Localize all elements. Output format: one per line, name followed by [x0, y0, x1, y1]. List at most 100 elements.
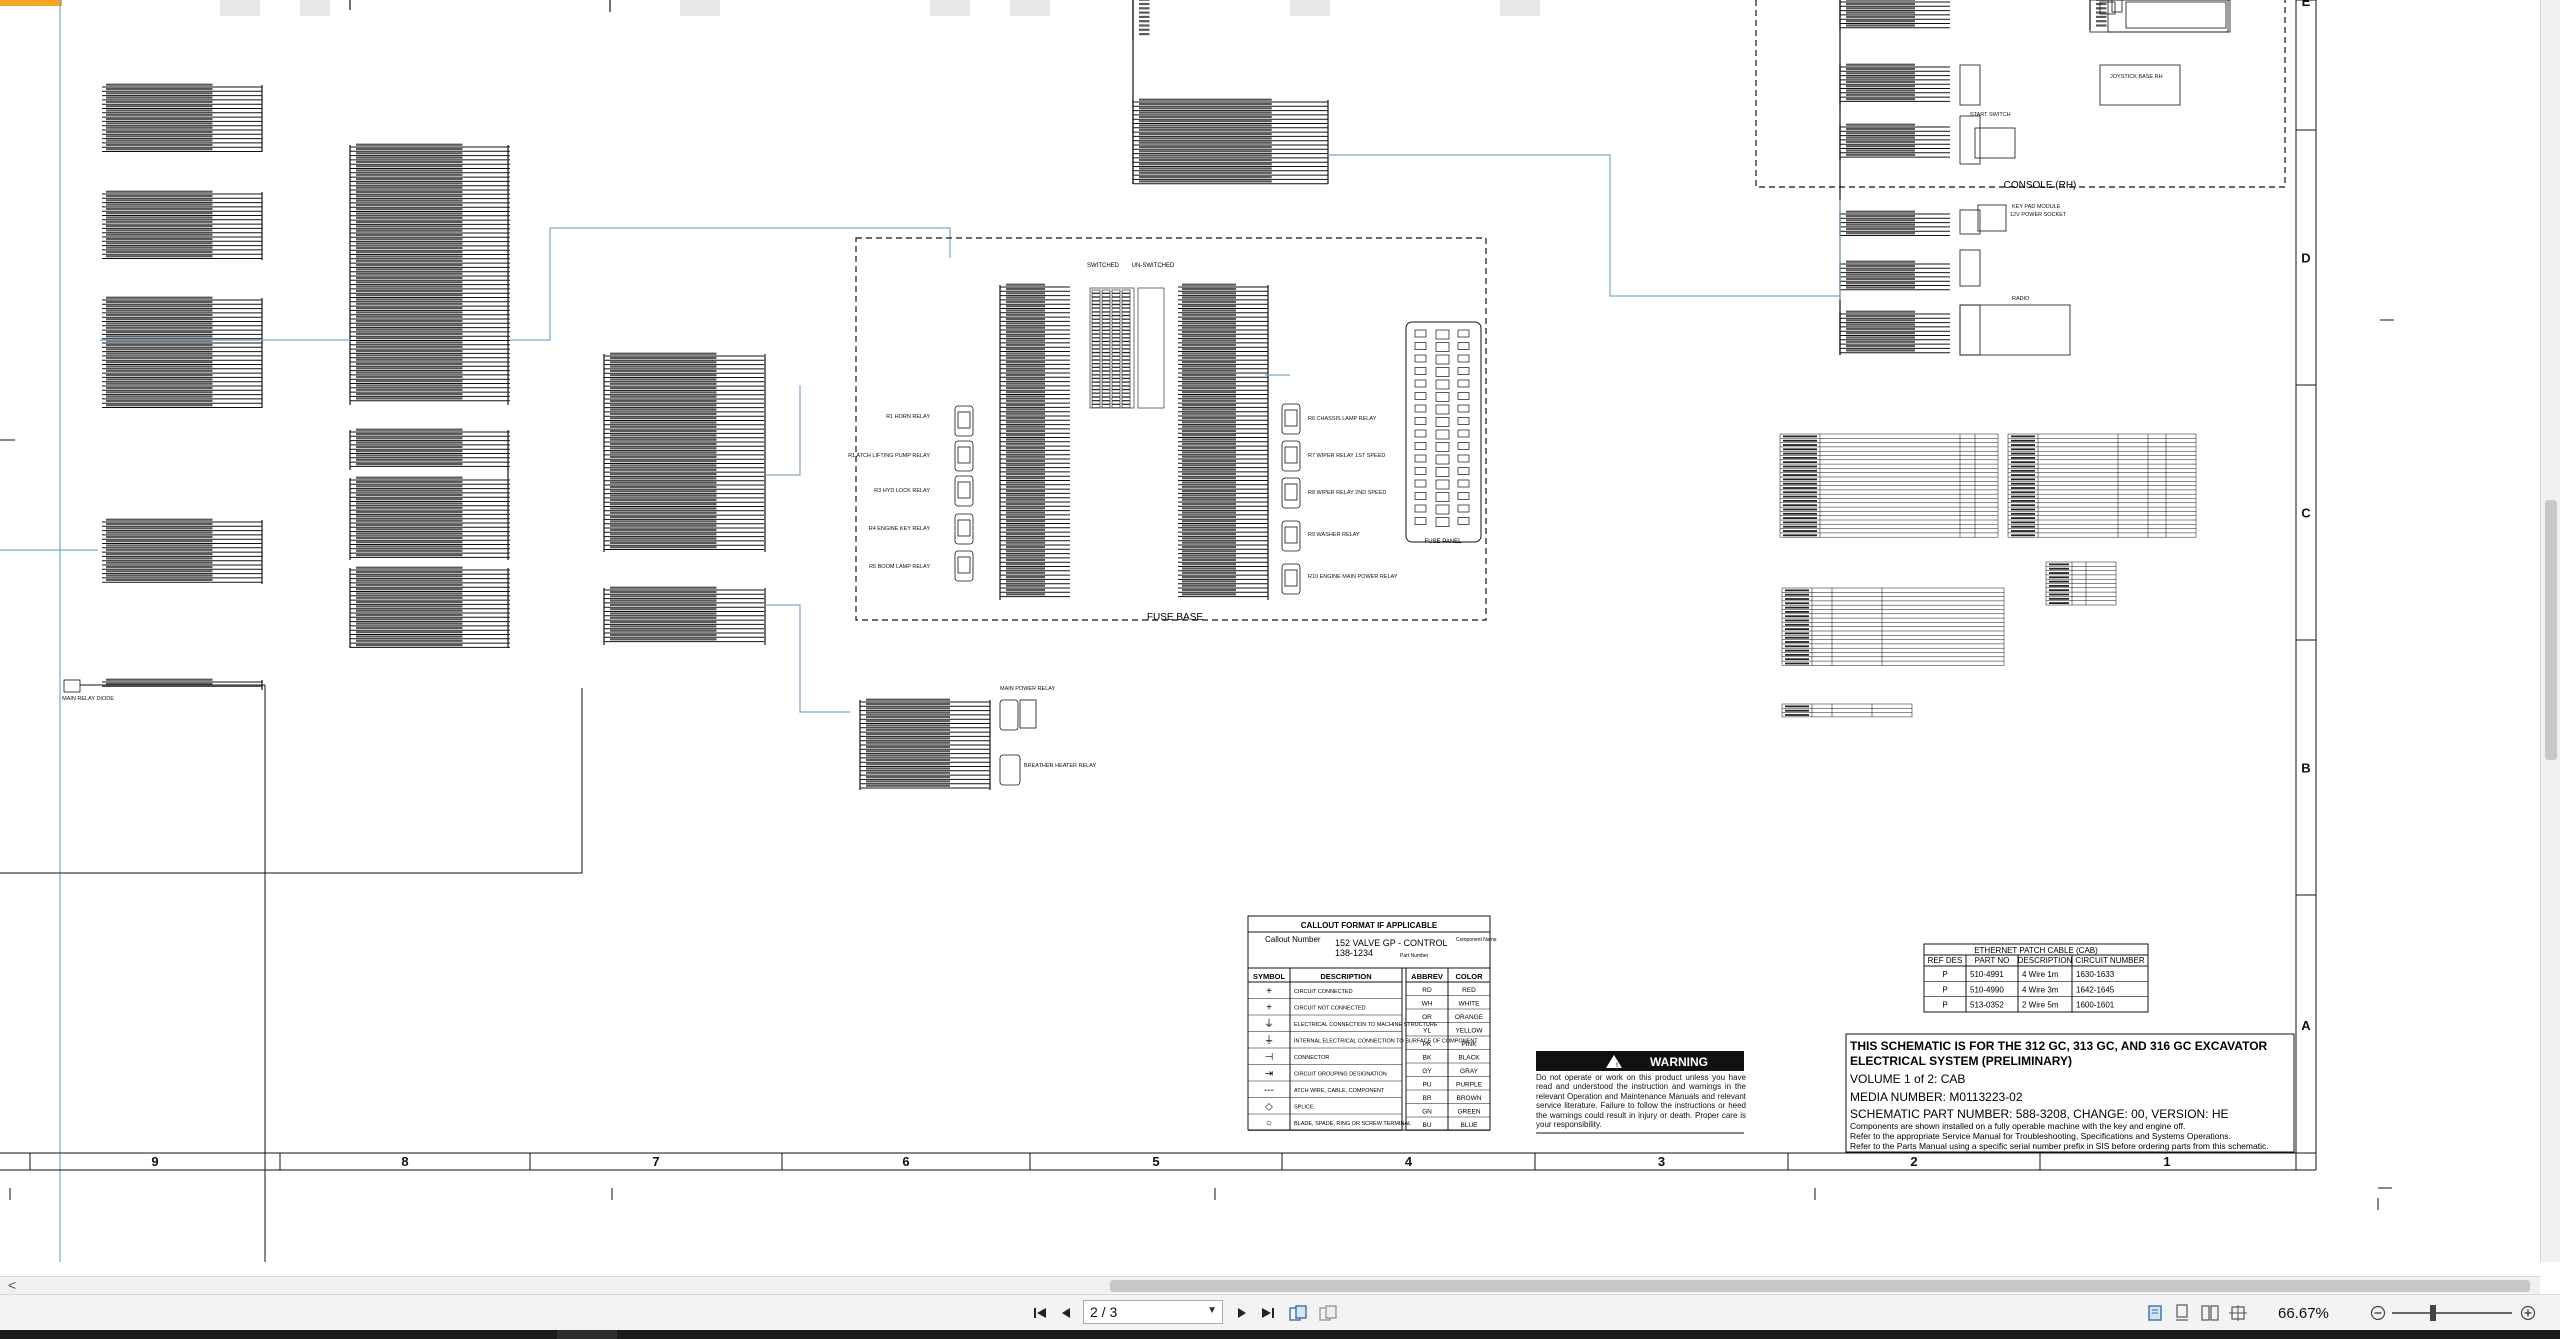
wire-label-mark: [356, 354, 463, 357]
continuous-view-button[interactable]: [2170, 1301, 2194, 1325]
wire-label-mark: [1006, 369, 1045, 372]
pin-table-text-mark: [1785, 589, 1809, 592]
relay-label: RADIO: [2012, 296, 2030, 302]
fuse-panel-slot: [1435, 404, 1450, 415]
fuse-slot: [1091, 322, 1101, 327]
zoom-slider-thumb[interactable]: [2430, 1305, 2436, 1321]
ethernet-cell: 4 Wire 1m: [2022, 970, 2059, 979]
wire-label-mark: [356, 203, 463, 206]
wire-label-mark: [1006, 554, 1045, 557]
relay-label: R8 WIPER RELAY 2ND SPEED: [1308, 490, 1386, 496]
title-line4: MEDIA NUMBER: M0113223-02: [1850, 1090, 2023, 1104]
wire-label-mark: [866, 780, 950, 783]
wire-label-mark: [106, 331, 213, 334]
wire-label-mark: [106, 212, 213, 215]
horizontal-scrollbar[interactable]: <: [0, 1276, 2540, 1295]
previous-view-button[interactable]: [1286, 1301, 1310, 1325]
wire-label-mark: [356, 432, 463, 436]
wire-label-mark: [1139, 7, 1150, 10]
fuse-slot: [1091, 359, 1101, 364]
wire-label-mark: [1006, 442, 1045, 445]
color-abbrev: BU: [1422, 1122, 1431, 1129]
vertical-scroll-thumb[interactable]: [2545, 500, 2557, 760]
pin-table-text-mark: [2011, 482, 2035, 485]
fuse-slot: [1111, 337, 1121, 342]
wire-label-mark: [610, 541, 717, 544]
wire-label-mark: [1182, 361, 1236, 364]
wire-label-mark: [106, 570, 213, 573]
fuse-panel-slot: [1435, 504, 1450, 515]
prev-page-button[interactable]: [1054, 1301, 1078, 1325]
next-page-button[interactable]: [1230, 1301, 1254, 1325]
wire-label-mark: [1006, 348, 1045, 351]
wire-label-mark: [1006, 588, 1045, 592]
fuse-panel-slot: [1414, 404, 1427, 413]
pin-table-text-mark: [1783, 495, 1817, 498]
wire-label-mark: [106, 352, 213, 355]
pin-table-text-mark: [1785, 606, 1809, 609]
wire-label-mark: [1182, 567, 1236, 570]
wire-label-mark: [1182, 365, 1236, 368]
wire-label-mark: [106, 109, 213, 112]
page-number-select[interactable]: 2 / 3 ▼: [1083, 1300, 1223, 1324]
wire-label-mark: [2096, 24, 2107, 27]
wire-label-mark: [866, 728, 950, 731]
wire-label-mark: [106, 578, 213, 581]
single-page-view-button[interactable]: [2143, 1301, 2167, 1325]
wire-label-mark: [356, 294, 463, 297]
fuse-panel-slot: [1435, 479, 1450, 490]
wire-label-mark: [1182, 369, 1236, 372]
taskbar-strip: [0, 1330, 2560, 1339]
facing-pages-icon: [2201, 1305, 2219, 1321]
fuse-slot: [1121, 326, 1131, 331]
fuse-panel-label: FUSE PANEL: [1425, 539, 1463, 545]
fuse-slot: [1121, 367, 1131, 372]
wire-label-mark: [1139, 154, 1272, 157]
fuse-base-label: FUSE BASE: [1147, 612, 1203, 623]
fuse-panel-slot: [1457, 479, 1470, 488]
wire-label-mark: [106, 87, 213, 91]
wire-label-mark: [106, 382, 213, 385]
fuse-slot: [1091, 319, 1101, 323]
wire-label-mark: [356, 186, 463, 189]
fuse-panel-slot: [1435, 354, 1450, 365]
continuous-page-icon: [2176, 1304, 2188, 1321]
fuse-slot: [1101, 311, 1111, 316]
color-name: PINK: [1461, 1041, 1477, 1048]
fit-page-button[interactable]: [2226, 1301, 2250, 1325]
zoom-out-button[interactable]: [2366, 1301, 2390, 1325]
relay-coil: [1284, 526, 1298, 544]
wire-label-mark: [610, 404, 717, 407]
callout-example-component: 152 VALVE GP - CONTROL: [1335, 938, 1448, 948]
horizontal-scroll-thumb[interactable]: [1110, 1280, 2530, 1292]
wire-label-mark: [1182, 563, 1236, 566]
scroll-left-icon[interactable]: <: [8, 1277, 16, 1293]
pin-table-text-mark: [2011, 530, 2035, 532]
relay-contact: [1019, 699, 1037, 729]
wire-label-mark: [1006, 464, 1045, 467]
pin-table-text-mark: [2011, 534, 2035, 537]
vertical-scrollbar[interactable]: [2540, 0, 2560, 1262]
wire-label-mark: [1006, 322, 1045, 325]
last-page-button[interactable]: [1256, 1301, 1280, 1325]
next-view-button[interactable]: [1316, 1301, 1340, 1325]
facing-view-button[interactable]: [2198, 1301, 2222, 1325]
relay-coil: [957, 411, 971, 429]
wire-label-mark: [106, 296, 213, 299]
wire-label-mark: [106, 83, 213, 86]
pin-table-text-mark: [2011, 478, 2035, 481]
wire-label-mark: [1139, 28, 1150, 31]
wire-label-mark: [106, 190, 213, 193]
wire-label-mark: [1846, 210, 1915, 213]
pin-table-text-mark: [1783, 474, 1817, 476]
wire-label-mark: [1006, 382, 1045, 385]
taskbar-item[interactable]: [557, 1330, 617, 1339]
zoom-slider-track[interactable]: [2392, 1312, 2512, 1314]
zone-row-label: E: [2302, 0, 2311, 9]
zoom-in-button[interactable]: [2516, 1301, 2540, 1325]
pin-table-text-mark: [1783, 465, 1817, 468]
wire-label-mark: [1006, 563, 1045, 566]
fuse-slot: [1111, 334, 1121, 338]
fuse-slot: [1121, 378, 1131, 383]
first-page-button[interactable]: [1028, 1301, 1052, 1325]
